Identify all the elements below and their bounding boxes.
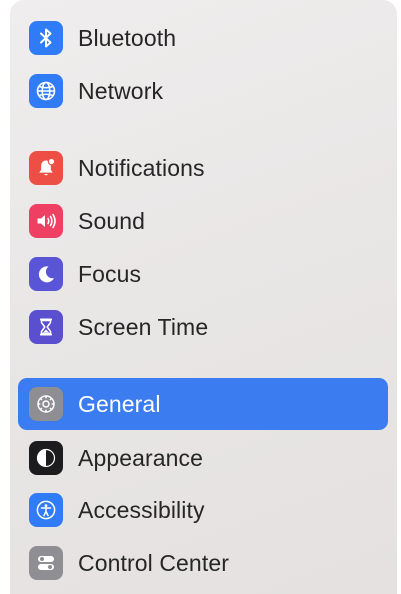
sidebar-item-label: Notifications (78, 155, 205, 181)
bell-badge-icon (29, 151, 63, 185)
gear-icon (29, 387, 63, 421)
sidebar-item-general[interactable]: General (18, 378, 388, 430)
sidebar-item-notifications[interactable]: Notifications (18, 142, 388, 194)
sidebar-item-label: Sound (78, 208, 146, 234)
moon-icon (29, 257, 63, 291)
sidebar-item-screen-time[interactable]: Screen Time (18, 301, 388, 353)
speaker-icon (29, 204, 63, 238)
sidebar-item-sound[interactable]: Sound (18, 195, 388, 247)
sidebar-item-label: Accessibility (78, 497, 205, 523)
sidebar-item-label: Control Center (78, 550, 229, 576)
hourglass-icon (29, 310, 63, 344)
sidebar-item-focus[interactable]: Focus (18, 248, 388, 300)
sidebar-item-network[interactable]: Network (18, 65, 388, 117)
sidebar-item-label: Screen Time (78, 314, 209, 340)
sidebar-item-bluetooth[interactable]: Bluetooth (18, 12, 388, 64)
sidebar-item-accessibility[interactable]: Accessibility (18, 484, 388, 536)
sidebar-item-control-center[interactable]: Control Center (18, 537, 388, 589)
accessibility-icon (29, 493, 63, 527)
sidebar-item-label: Focus (78, 261, 142, 287)
globe-icon (29, 74, 63, 108)
sidebar-item-label: Appearance (78, 445, 204, 471)
sidebar-item-label: Network (78, 78, 164, 104)
toggles-icon (29, 546, 63, 580)
appearance-icon (29, 441, 63, 475)
sidebar-item-label: Bluetooth (78, 25, 177, 51)
sidebar-item-appearance[interactable]: Appearance (18, 432, 388, 484)
bluetooth-icon (29, 21, 63, 55)
settings-sidebar: Bluetooth Network Notifications Sound Fo… (10, 0, 397, 594)
sidebar-item-label: General (78, 391, 161, 417)
